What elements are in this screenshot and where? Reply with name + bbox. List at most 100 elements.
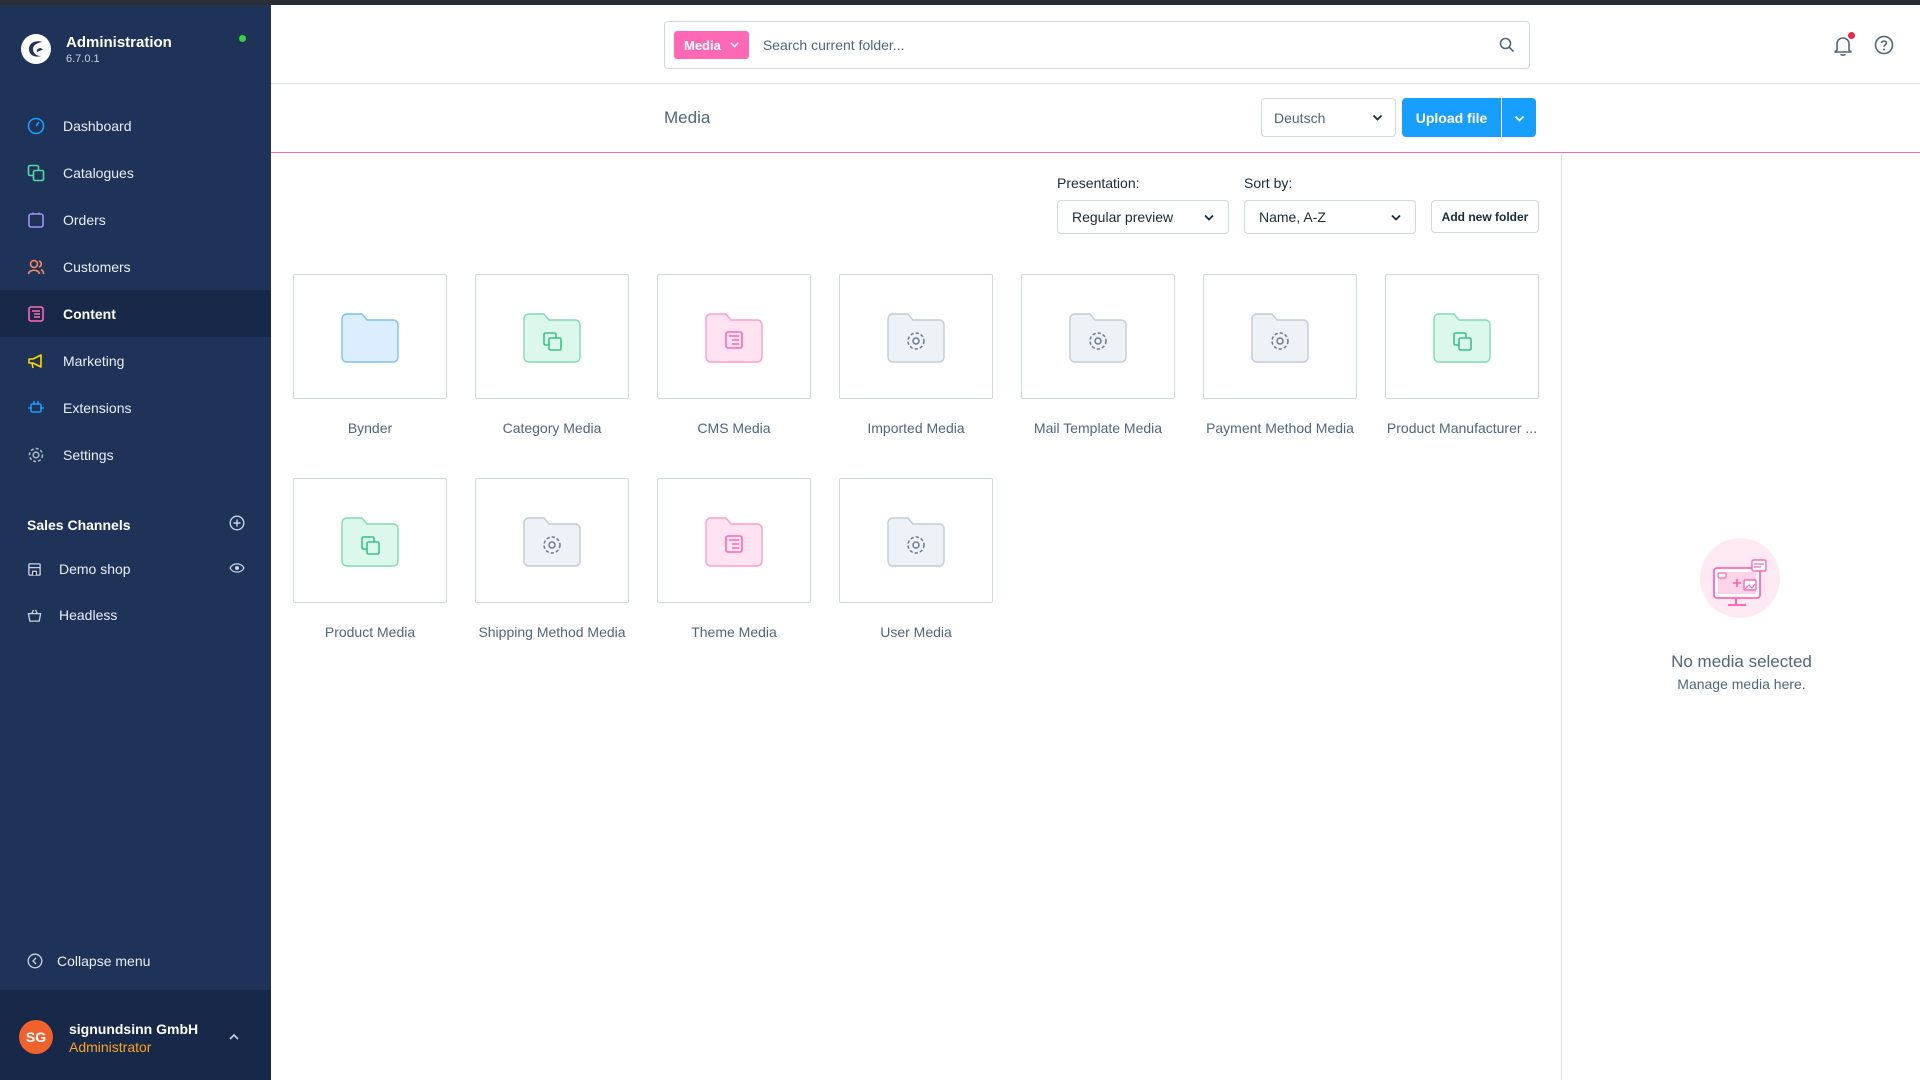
chevron-down-icon xyxy=(730,42,739,48)
media-folder-item[interactable]: Mail Template Media xyxy=(1021,274,1175,436)
chevron-down-icon xyxy=(1391,214,1401,221)
online-status-dot xyxy=(239,35,246,42)
nav-label: Customers xyxy=(63,258,131,275)
sales-channel-demo-shop[interactable]: Demo shop xyxy=(27,557,245,581)
nav-label: Orders xyxy=(63,211,106,228)
folder-preview[interactable] xyxy=(657,274,811,399)
sales-channel-headless[interactable]: Headless xyxy=(27,603,245,627)
add-new-folder-button[interactable]: Add new folder xyxy=(1431,200,1539,233)
chevron-up-icon[interactable] xyxy=(228,1028,240,1046)
empty-state-subtitle: Manage media here. xyxy=(1677,676,1806,692)
folder-preview[interactable] xyxy=(1385,274,1539,399)
folder-preview[interactable] xyxy=(293,478,447,603)
media-folder-item[interactable]: Product Media xyxy=(293,478,447,640)
folder-preview[interactable] xyxy=(475,274,629,399)
chevron-down-icon xyxy=(1514,109,1525,127)
language-switch[interactable]: Deutsch xyxy=(1261,98,1396,137)
folder-name: CMS Media xyxy=(697,420,771,436)
folder-name: Theme Media xyxy=(691,624,777,640)
search-bar[interactable]: Media xyxy=(664,21,1530,69)
nav-label: Extensions xyxy=(63,399,132,416)
user-name: signundsinn GmbH xyxy=(69,1021,199,1037)
shopware-logo-icon xyxy=(21,34,51,64)
nav-item-orders[interactable]: Orders xyxy=(0,196,271,243)
sales-channels-header: Sales Channels xyxy=(27,515,245,534)
upload-options-button[interactable] xyxy=(1502,98,1536,137)
folder-name: User Media xyxy=(880,624,952,640)
folder-name: Category Media xyxy=(502,420,602,436)
media-folder-item[interactable]: Category Media xyxy=(475,274,629,436)
content-folder-icon xyxy=(704,311,764,363)
search-input[interactable] xyxy=(762,37,1485,53)
content-folder-icon xyxy=(704,515,764,567)
upload-file-button[interactable]: Upload file xyxy=(1402,98,1501,137)
sort-value: Name, A-Z xyxy=(1259,209,1326,225)
nav-label: Catalogues xyxy=(63,164,134,181)
nav-item-customers[interactable]: Customers xyxy=(0,243,271,290)
language-value: Deutsch xyxy=(1274,109,1326,126)
chevron-down-icon xyxy=(1372,114,1383,121)
user-menu[interactable]: SG signundsinn GmbH Administrator xyxy=(0,990,271,1080)
nav-item-dashboard[interactable]: Dashboard xyxy=(0,102,271,149)
bell-icon[interactable] xyxy=(1833,35,1853,62)
folder-name: Product Media xyxy=(324,624,416,640)
folder-preview[interactable] xyxy=(475,478,629,603)
settings-folder-icon xyxy=(1068,311,1128,363)
admin-sidebar: Administration 6.7.0.1 Dashboard Catalog… xyxy=(0,5,271,1080)
folder-name: Imported Media xyxy=(867,420,965,436)
nav-item-settings[interactable]: Settings xyxy=(0,431,271,478)
folder-preview[interactable] xyxy=(839,478,993,603)
presentation-select[interactable]: Regular preview xyxy=(1057,200,1229,234)
folder-name: Product Manufacturer ... xyxy=(1386,420,1538,436)
help-icon[interactable] xyxy=(1874,35,1894,60)
brand[interactable]: Administration 6.7.0.1 xyxy=(20,33,172,65)
add-sales-channel-icon[interactable] xyxy=(229,515,245,534)
catalogues-icon xyxy=(26,163,46,183)
media-folder-item[interactable]: Theme Media xyxy=(657,478,811,640)
media-folder-item[interactable]: User Media xyxy=(839,478,993,640)
folder-preview[interactable] xyxy=(657,478,811,603)
chevron-left-circle-icon xyxy=(27,953,43,969)
orders-icon xyxy=(26,210,46,230)
nav-item-catalogues[interactable]: Catalogues xyxy=(0,149,271,196)
dashboard-icon xyxy=(26,116,46,136)
media-folder-item[interactable]: Shipping Method Media xyxy=(475,478,629,640)
nav-item-extensions[interactable]: Extensions xyxy=(0,384,271,431)
basket-icon xyxy=(27,607,43,623)
media-folder-item[interactable]: Product Manufacturer ... xyxy=(1385,274,1539,436)
settings-folder-icon xyxy=(886,515,946,567)
app-version: 6.7.0.1 xyxy=(66,52,100,65)
nav-item-content[interactable]: Content xyxy=(0,290,271,337)
storefront-icon xyxy=(27,561,43,577)
media-folder-item[interactable]: Bynder xyxy=(293,274,447,436)
product-folder-icon xyxy=(522,311,582,363)
folder-preview[interactable] xyxy=(293,274,447,399)
folder-preview[interactable] xyxy=(839,274,993,399)
chevron-down-icon xyxy=(1204,214,1214,221)
main-nav: Dashboard Catalogues Orders Customers Co… xyxy=(0,102,271,478)
user-role: Administrator xyxy=(69,1039,152,1055)
presentation-label: Presentation: xyxy=(1057,175,1140,191)
customers-icon xyxy=(26,257,46,277)
notification-dot xyxy=(1848,32,1855,39)
media-folder-item[interactable]: CMS Media xyxy=(657,274,811,436)
nav-label: Marketing xyxy=(63,352,125,369)
eye-icon[interactable] xyxy=(229,561,245,577)
product-folder-icon xyxy=(1432,311,1492,363)
empty-state-title: No media selected xyxy=(1671,652,1812,671)
media-folder-item[interactable]: Payment Method Media xyxy=(1203,274,1357,436)
search-context-chip[interactable]: Media xyxy=(674,31,749,59)
sales-channels-title: Sales Channels xyxy=(27,516,131,533)
settings-folder-icon xyxy=(886,311,946,363)
folder-icon xyxy=(340,311,400,363)
folder-preview[interactable] xyxy=(1203,274,1357,399)
nav-item-marketing[interactable]: Marketing xyxy=(0,337,271,384)
sort-select[interactable]: Name, A-Z xyxy=(1244,200,1416,234)
media-folder-item[interactable]: Imported Media xyxy=(839,274,993,436)
collapse-menu-button[interactable]: Collapse menu xyxy=(27,953,150,969)
media-sidebar: No media selected Manage media here. xyxy=(1561,154,1920,1080)
search-icon[interactable] xyxy=(1485,37,1529,53)
folder-preview[interactable] xyxy=(1021,274,1175,399)
nav-label: Content xyxy=(63,305,116,322)
presentation-value: Regular preview xyxy=(1072,209,1174,225)
